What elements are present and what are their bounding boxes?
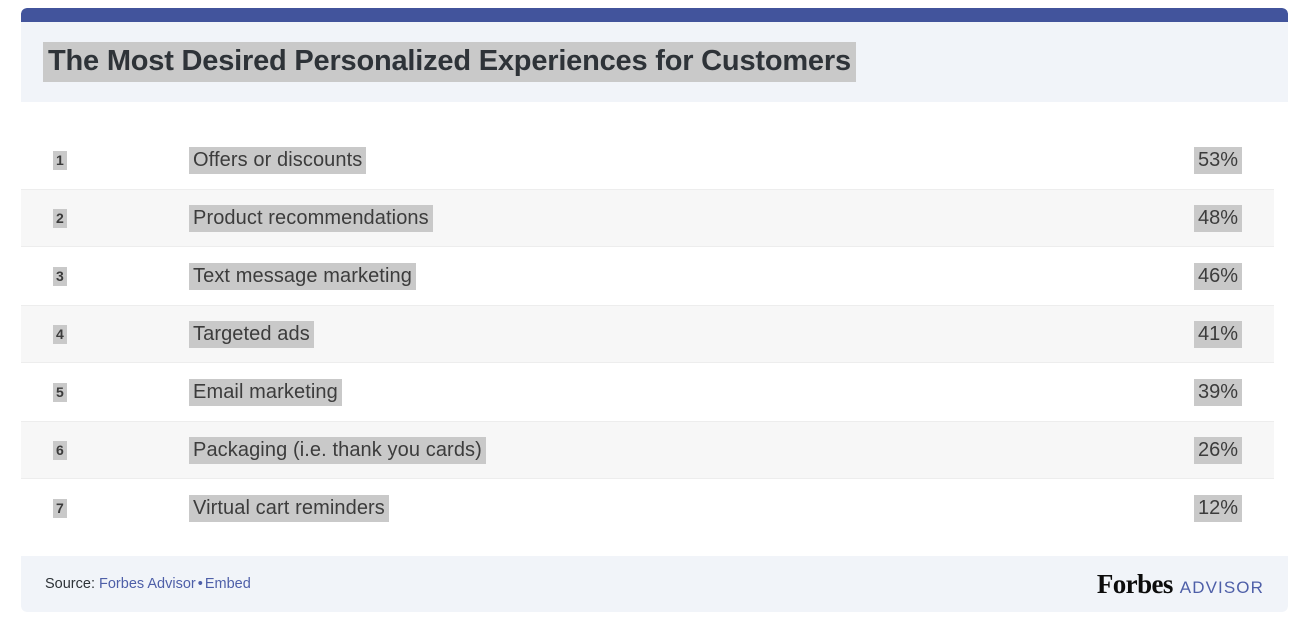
table-row: 3 Text message marketing 46% <box>21 247 1274 305</box>
rank-value: 6 <box>53 441 67 460</box>
rank-cell: 2 <box>21 209 189 228</box>
experience-label-cell: Packaging (i.e. thank you cards) <box>189 436 1194 464</box>
table-row: 4 Targeted ads 41% <box>21 305 1274 363</box>
percentage-value: 26% <box>1193 436 1242 464</box>
percentage-value: 48% <box>1193 204 1242 232</box>
header: The Most Desired Personalized Experience… <box>21 22 1288 102</box>
rank-value: 1 <box>53 151 67 170</box>
percentage-cell: 46% <box>1193 262 1274 290</box>
source-label: Source: <box>45 576 95 592</box>
table-row: 6 Packaging (i.e. thank you cards) 26% <box>21 421 1274 479</box>
experience-label-cell: Virtual cart reminders <box>189 494 1194 522</box>
experience-label: Targeted ads <box>189 320 314 348</box>
rank-cell: 4 <box>21 325 189 344</box>
percentage-cell: 26% <box>1193 436 1274 464</box>
percentage-value: 39% <box>1193 378 1242 406</box>
footer: Source: Forbes Advisor • Embed Forbes ADVI… <box>21 556 1288 612</box>
experience-label-cell: Offers or discounts <box>189 146 1194 174</box>
ranking-table: 1 Offers or discounts 53% 2 Product recommen… <box>21 102 1288 556</box>
experience-label: Packaging (i.e. thank you cards) <box>189 436 486 464</box>
percentage-value: 12% <box>1193 494 1242 522</box>
percentage-cell: 41% <box>1193 320 1274 348</box>
page-title: The Most Desired Personalized Experience… <box>43 41 856 83</box>
percentage-cell: 53% <box>1193 146 1274 174</box>
source-separator: • <box>197 576 203 592</box>
source-line: Source: Forbes Advisor • Embed <box>45 576 251 592</box>
experience-label: Text message marketing <box>189 262 416 290</box>
percentage-cell: 12% <box>1193 494 1274 522</box>
rank-cell: 1 <box>21 151 189 170</box>
table-row: 2 Product recommendations 48% <box>21 189 1274 247</box>
embed-link[interactable]: Embed <box>205 576 251 592</box>
table-row: 5 Email marketing 39% <box>21 363 1274 421</box>
experience-label-cell: Product recommendations <box>189 204 1194 232</box>
forbes-advisor-link[interactable]: Forbes Advisor <box>99 576 196 592</box>
infographic-card: The Most Desired Personalized Experience… <box>21 8 1288 612</box>
rank-value: 4 <box>53 325 67 344</box>
rank-value: 7 <box>53 499 67 518</box>
table-row: 7 Virtual cart reminders 12% <box>21 479 1274 537</box>
percentage-cell: 39% <box>1193 378 1274 406</box>
rank-cell: 7 <box>21 499 189 518</box>
brand-advisor-wordmark: ADVISOR <box>1179 577 1264 597</box>
experience-label: Virtual cart reminders <box>189 494 389 522</box>
percentage-cell: 48% <box>1193 204 1274 232</box>
brand-forbes-wordmark: Forbes <box>1096 568 1173 599</box>
accent-bar <box>21 8 1288 22</box>
rank-value: 5 <box>53 383 67 402</box>
percentage-value: 46% <box>1193 262 1242 290</box>
percentage-value: 41% <box>1193 320 1242 348</box>
percentage-value: 53% <box>1193 146 1242 174</box>
experience-label-cell: Targeted ads <box>189 320 1194 348</box>
experience-label-cell: Text message marketing <box>189 262 1194 290</box>
forbes-advisor-logo: Forbes ADVISOR <box>1097 569 1264 600</box>
experience-label: Email marketing <box>189 378 342 406</box>
experience-label: Offers or discounts <box>189 146 367 174</box>
rank-cell: 6 <box>21 441 189 460</box>
experience-label: Product recommendations <box>189 204 433 232</box>
experience-label-cell: Email marketing <box>189 378 1194 406</box>
rank-cell: 5 <box>21 383 189 402</box>
table-row: 1 Offers or discounts 53% <box>21 131 1274 189</box>
rank-value: 2 <box>53 209 67 228</box>
rank-value: 3 <box>53 267 67 286</box>
rank-cell: 3 <box>21 267 189 286</box>
